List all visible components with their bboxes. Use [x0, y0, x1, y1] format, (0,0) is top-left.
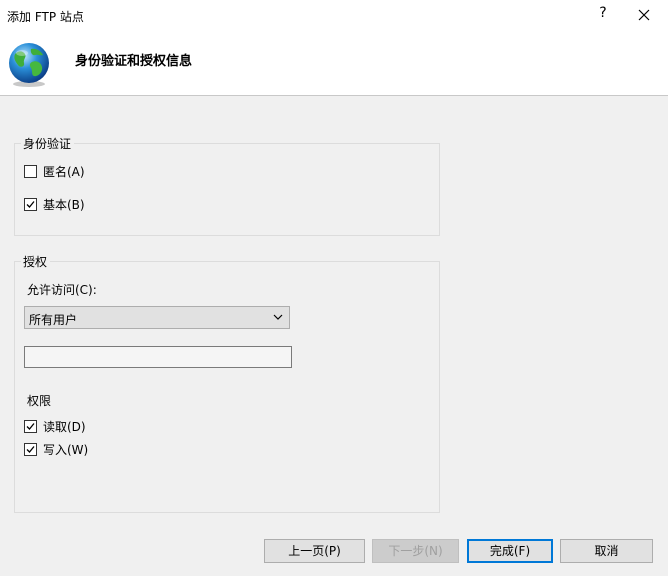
authentication-legend: 身份验证 — [21, 135, 75, 152]
title-bar: 添加 FTP 站点 ? — [0, 0, 668, 31]
cancel-button[interactable]: 取消 — [560, 539, 653, 563]
read-checkbox-row[interactable]: 读取(D) — [24, 418, 86, 435]
authorization-legend: 授权 — [21, 253, 51, 270]
next-button[interactable]: 下一步(N) — [372, 539, 459, 563]
window-title: 添加 FTP 站点 — [7, 10, 84, 24]
write-label: 写入(W) — [43, 443, 89, 457]
basic-checkbox[interactable] — [24, 198, 37, 211]
allow-access-dropdown[interactable]: 所有用户 — [24, 306, 290, 329]
basic-checkbox-row[interactable]: 基本(B) — [24, 196, 85, 213]
read-label: 读取(D) — [43, 420, 86, 434]
wizard-header: 身份验证和授权信息 — [0, 31, 668, 96]
chevron-down-icon — [273, 314, 283, 320]
finish-button[interactable]: 完成(F) — [467, 539, 553, 563]
authorization-group — [14, 261, 440, 513]
users-input[interactable] — [24, 346, 292, 368]
close-icon — [638, 9, 650, 21]
globe-icon — [9, 43, 49, 87]
authentication-group — [14, 143, 440, 236]
checkmark-icon — [26, 446, 35, 453]
basic-label: 基本(B) — [43, 198, 85, 212]
checkmark-icon — [26, 201, 35, 208]
anonymous-checkbox[interactable] — [24, 165, 37, 178]
read-checkbox[interactable] — [24, 420, 37, 433]
anonymous-checkbox-row[interactable]: 匿名(A) — [24, 163, 85, 180]
allow-access-value: 所有用户 — [29, 313, 78, 327]
close-button[interactable] — [632, 3, 656, 27]
write-checkbox[interactable] — [24, 443, 37, 456]
help-button[interactable]: ? — [594, 5, 612, 25]
write-checkbox-row[interactable]: 写入(W) — [24, 441, 88, 458]
permissions-label: 权限 — [27, 394, 52, 408]
page-heading: 身份验证和授权信息 — [75, 54, 193, 69]
anonymous-label: 匿名(A) — [43, 165, 85, 179]
checkmark-icon — [26, 423, 35, 430]
previous-button[interactable]: 上一页(P) — [264, 539, 365, 563]
allow-access-label: 允许访问(C): — [27, 283, 97, 297]
